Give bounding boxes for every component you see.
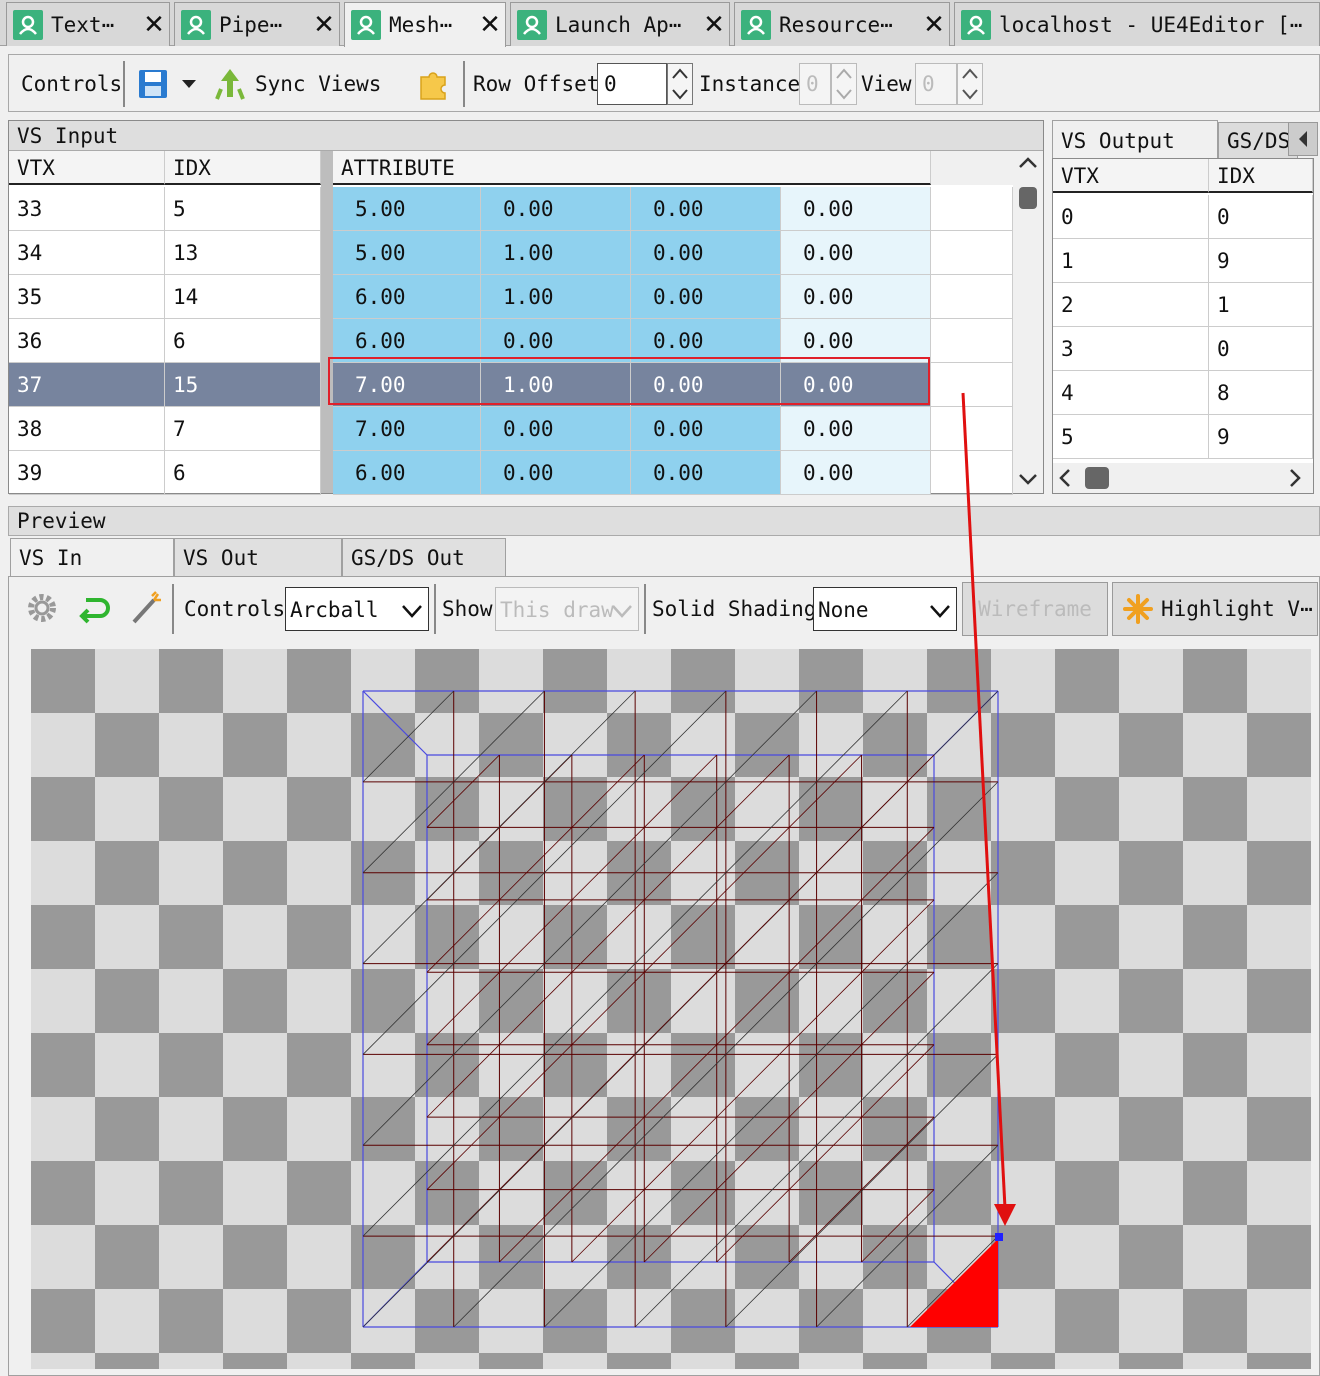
highlighted-vertex — [995, 1233, 1003, 1241]
checkerboard-background — [31, 649, 1311, 1369]
mesh-viewport[interactable] — [0, 0, 1320, 1376]
